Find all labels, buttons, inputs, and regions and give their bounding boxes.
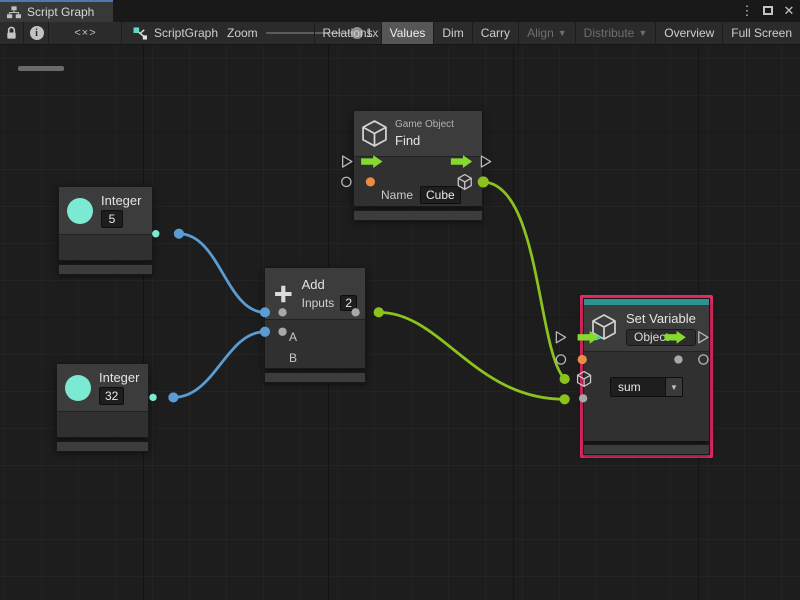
node-title: Add bbox=[302, 277, 357, 292]
close-icon[interactable]: ✕ bbox=[782, 0, 796, 22]
chevron-down-icon: ▼ bbox=[558, 29, 567, 38]
lock-button[interactable] bbox=[0, 22, 24, 44]
wire-endpoint[interactable] bbox=[560, 394, 570, 404]
kebab-menu-icon[interactable]: ⋮ bbox=[740, 0, 754, 22]
inputs-count-field[interactable]: 2 bbox=[340, 295, 357, 311]
graph-canvas[interactable]: Integer 5 Integer 32 bbox=[0, 45, 800, 600]
edit-source-button[interactable]: <×> bbox=[50, 22, 122, 44]
name-value-field[interactable]: Cube bbox=[420, 186, 461, 204]
values-button[interactable]: Values bbox=[381, 22, 434, 44]
node-set-variable[interactable]: <> Set Variable Object ▼ sum ▼ bbox=[580, 295, 713, 458]
node-footer bbox=[58, 264, 153, 275]
node-footer bbox=[264, 372, 366, 383]
variable-scope-dropdown[interactable]: Object ▼ bbox=[626, 329, 696, 346]
node-category: Game Object bbox=[395, 119, 454, 130]
node-title: Find bbox=[395, 133, 454, 148]
game-object-cube-icon bbox=[362, 120, 387, 147]
wire-endpoint[interactable] bbox=[168, 392, 178, 402]
node-add[interactable]: Add Inputs 2 A B bbox=[264, 267, 366, 383]
node-footer bbox=[56, 441, 149, 452]
overview-button[interactable]: Overview bbox=[655, 22, 722, 44]
name-port-label: Name bbox=[381, 188, 413, 202]
node-title: Set Variable bbox=[626, 311, 696, 326]
distribute-button[interactable]: Distribute ▼ bbox=[575, 22, 656, 44]
tab-script-graph[interactable]: Script Graph bbox=[0, 0, 113, 22]
variable-code-icon: <> bbox=[590, 332, 601, 344]
node-title: Integer bbox=[101, 193, 141, 208]
wire-endpoint[interactable] bbox=[560, 374, 570, 384]
fullscreen-button[interactable]: Full Screen bbox=[722, 22, 800, 44]
graph-name-label: ScriptGraph bbox=[154, 26, 218, 40]
script-graph-icon bbox=[133, 27, 148, 40]
inputs-label: Inputs bbox=[302, 296, 335, 310]
chevron-down-icon: ▼ bbox=[666, 377, 683, 397]
port-label-a: A bbox=[289, 330, 297, 344]
info-button[interactable]: i bbox=[25, 22, 49, 44]
port-label-b: B bbox=[289, 351, 297, 365]
code-icon: <×> bbox=[74, 27, 96, 39]
node-integer-5[interactable]: Integer 5 bbox=[58, 186, 153, 275]
align-button[interactable]: Align ▼ bbox=[518, 22, 575, 44]
graph-toolbar: i <×> ScriptGraph Zoom 1x Relations Valu… bbox=[0, 22, 800, 45]
node-integer-32[interactable]: Integer 32 bbox=[56, 363, 149, 452]
wire-add-to-setvar[interactable] bbox=[379, 312, 565, 399]
integer-value-field[interactable]: 32 bbox=[99, 387, 124, 405]
node-gameobject-find[interactable]: Game Object Find Name Cube bbox=[353, 110, 483, 221]
node-footer bbox=[353, 210, 483, 221]
wire-endpoint[interactable] bbox=[374, 307, 384, 317]
carry-button[interactable]: Carry bbox=[472, 22, 518, 44]
node-ports bbox=[59, 234, 152, 260]
title-bar: Script Graph ⋮ ✕ bbox=[0, 0, 800, 22]
wire-int32-to-addB[interactable] bbox=[173, 332, 265, 398]
integer-output-port[interactable] bbox=[149, 394, 156, 401]
graph-breadcrumb[interactable]: ScriptGraph bbox=[133, 22, 218, 44]
integer-literal-icon bbox=[67, 198, 93, 224]
integer-output-port[interactable] bbox=[152, 230, 159, 237]
info-icon: i bbox=[30, 26, 44, 40]
integer-value-field[interactable]: 5 bbox=[101, 210, 123, 228]
chevron-down-icon: ▼ bbox=[638, 29, 647, 38]
chevron-down-icon: ▼ bbox=[674, 333, 683, 342]
relations-button[interactable]: Relations bbox=[314, 22, 381, 44]
zoom-label: Zoom bbox=[227, 26, 258, 40]
graph-hierarchy-icon bbox=[7, 6, 21, 19]
variable-name-dropdown[interactable]: sum ▼ bbox=[610, 377, 683, 397]
add-icon bbox=[273, 280, 294, 308]
lock-icon bbox=[5, 26, 18, 40]
tab-label: Script Graph bbox=[27, 5, 94, 19]
integer-literal-icon bbox=[65, 375, 91, 401]
node-footer bbox=[583, 444, 710, 455]
wire-find-to-setvar[interactable] bbox=[483, 182, 564, 379]
node-title: Integer bbox=[99, 370, 139, 385]
node-ports bbox=[57, 411, 148, 437]
wire-endpoint[interactable] bbox=[174, 229, 184, 239]
dim-button[interactable]: Dim bbox=[433, 22, 471, 44]
horizontal-scrollbar-thumb[interactable] bbox=[18, 66, 64, 71]
maximize-icon[interactable] bbox=[761, 0, 775, 22]
wire-int5-to-addA[interactable] bbox=[179, 234, 265, 313]
